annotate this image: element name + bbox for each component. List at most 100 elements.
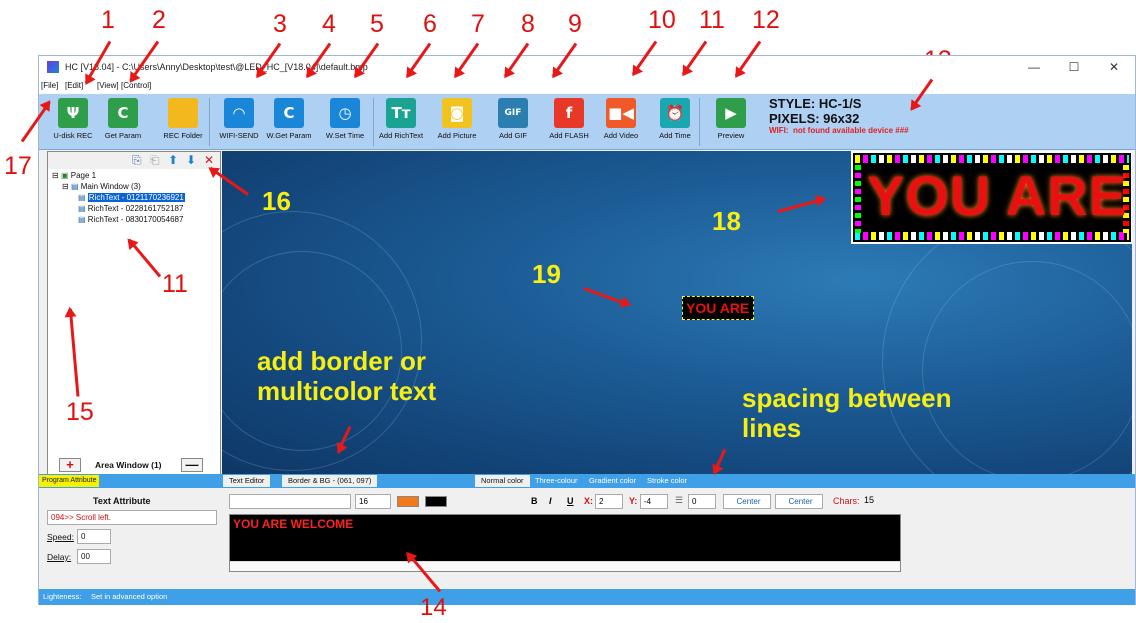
toolbar-button[interactable]: Ψ U-disk REC xyxy=(47,98,99,148)
bold-button[interactable]: B xyxy=(531,496,538,506)
toolbar-button[interactable]: C Get Param xyxy=(97,98,149,148)
tree-item[interactable]: ▤ RichText - 0830170054687 xyxy=(52,214,185,225)
font-name-select[interactable] xyxy=(229,494,351,509)
toolbar-button-label: REC Folder xyxy=(163,131,203,140)
status-bar: Lighteness: Set in advanced option xyxy=(39,589,1135,605)
italic-button[interactable]: I xyxy=(549,496,552,506)
program-tree: ⊟ ▣ Page 1 ⊟ ▤ Main Window (3) ▤ RichTex… xyxy=(52,170,185,225)
toolbar-button[interactable]: ■◀ Add Video xyxy=(595,98,647,148)
clock-icon: ⏰ xyxy=(660,98,690,128)
tab-border-bg[interactable]: Border & BG - (061, 097) xyxy=(282,475,378,487)
toolbar-button[interactable]: ◙ Add Picture xyxy=(431,98,483,148)
toolbar-separator xyxy=(209,98,210,146)
program-attribute-tab[interactable]: Program Attribute xyxy=(39,475,100,487)
tab-three-colour[interactable]: Three-colour xyxy=(529,475,584,487)
tree-toolbar: ⎘ ⎗ ⬆ ⬇ ✕ xyxy=(48,152,220,169)
toolbar-button-label: Preview xyxy=(717,131,745,140)
menu-bar: [File] [Edit] [View] [Control] xyxy=(39,78,1135,94)
toolbar-button[interactable]: Tт Add RichText xyxy=(375,98,427,148)
tab-stroke-color[interactable]: Stroke color xyxy=(641,475,693,487)
remove-area-button[interactable]: — xyxy=(181,458,203,472)
line-spacing-input[interactable]: 0 xyxy=(688,494,716,509)
maximize-button[interactable]: ☐ xyxy=(1054,56,1094,78)
center-vertical-button[interactable]: Center xyxy=(775,494,823,509)
close-button[interactable]: ✕ xyxy=(1094,56,1134,78)
tab-text-editor[interactable]: Text Editor xyxy=(223,475,271,487)
text-color-picker[interactable] xyxy=(397,496,419,507)
tree-item[interactable]: ▤ RichText - 0121170236921 xyxy=(52,192,185,203)
add-area-button[interactable]: + xyxy=(59,458,81,472)
font-size-select[interactable]: 16 xyxy=(355,494,391,509)
text-editor[interactable]: YOU ARE WELCOME xyxy=(229,514,901,572)
menu-file[interactable]: [File] xyxy=(41,78,58,94)
area-window-bar: + Area Window (1) — xyxy=(47,457,221,475)
folder-icon xyxy=(168,98,198,128)
toolbar-button[interactable]: REC Folder xyxy=(157,98,209,148)
minimize-button[interactable]: — xyxy=(1014,56,1054,78)
menu-view[interactable]: [View] xyxy=(97,78,119,94)
x-label: X: xyxy=(584,496,593,506)
center-horizontal-button[interactable]: Center xyxy=(723,494,771,509)
timer-icon: ◷ xyxy=(330,98,360,128)
annotation-number-16: 16 xyxy=(262,186,291,216)
x-offset-input[interactable]: 2 xyxy=(595,494,623,509)
toolbar-button-label: WIFI-SEND xyxy=(219,131,259,140)
video-icon: ■◀ xyxy=(606,98,636,128)
annotation-number-6: 6 xyxy=(423,10,437,38)
annotation-number-14: 14 xyxy=(420,594,447,621)
move-up-icon[interactable]: ⬆ xyxy=(168,153,178,167)
design-canvas[interactable]: YOU ARE YOU ARE add border or multicolor … xyxy=(222,151,1132,474)
annotation-number-2: 2 xyxy=(152,6,166,34)
editor-hscroll[interactable] xyxy=(230,561,900,571)
pixels-label: PIXELS: 96x32 xyxy=(769,111,860,126)
bg-color-picker[interactable] xyxy=(425,496,447,507)
wifi-status: WIFI: not found available device ### xyxy=(769,126,909,135)
annotation-number-10: 10 xyxy=(648,6,676,34)
toolbar-button-label: Get Param xyxy=(104,131,142,140)
tree-page[interactable]: ⊟ ▣ Page 1 xyxy=(52,170,185,181)
toolbar-button-label: Add Time xyxy=(659,131,691,140)
annotation-number-11: 11 xyxy=(699,6,725,34)
mini-area-text: YOU ARE xyxy=(686,300,750,316)
toolbar: STYLE: HC-1/S PIXELS: 96x32 WIFI: not fo… xyxy=(39,94,1135,150)
move-down-icon[interactable]: ⬇ xyxy=(186,153,196,167)
copy-icon[interactable]: ⎘ xyxy=(132,153,142,168)
toolbar-button[interactable]: f Add FLASH xyxy=(543,98,595,148)
lightness-value: Set in advanced option xyxy=(91,592,168,601)
toolbar-button[interactable]: GIF Add GIF xyxy=(487,98,539,148)
tree-window[interactable]: ⊟ ▤ Main Window (3) xyxy=(52,181,185,192)
note-line-spacing: spacing between lines xyxy=(742,383,952,443)
delay-select[interactable]: 00 xyxy=(77,549,111,564)
toolbar-button-label: W.Set Time xyxy=(325,131,365,140)
text-area-box[interactable]: YOU ARE xyxy=(682,296,754,320)
gif-icon: GIF xyxy=(498,98,528,128)
speed-select[interactable]: 0 xyxy=(77,529,111,544)
annotation-number-11b: 11 xyxy=(162,270,188,298)
toolbar-button[interactable]: ◷ W.Set Time xyxy=(319,98,371,148)
area-window-label: Area Window (1) xyxy=(95,460,162,470)
toolbar-button[interactable]: ◠ WIFI-SEND xyxy=(213,98,265,148)
flash-icon: f xyxy=(554,98,584,128)
line-spacing-icon: ☰ xyxy=(675,495,684,505)
annotation-number-15: 15 xyxy=(66,398,94,426)
refresh-icon: C xyxy=(274,98,304,128)
annotation-number-17: 17 xyxy=(4,152,32,180)
underline-button[interactable]: U xyxy=(567,496,574,506)
editor-text: YOU ARE WELCOME xyxy=(233,517,354,531)
tree-item[interactable]: ▤ RichText - 0228161752187 xyxy=(52,203,185,214)
led-preview-panel: YOU ARE xyxy=(851,151,1132,244)
y-label: Y: xyxy=(629,496,638,506)
lightness-label: Lighteness: xyxy=(43,592,82,601)
y-offset-input[interactable]: -4 xyxy=(640,494,668,509)
toolbar-button[interactable]: ▶ Preview xyxy=(705,98,757,148)
annotation-number-18: 18 xyxy=(712,206,741,236)
tab-gradient-color[interactable]: Gradient color xyxy=(583,475,642,487)
toolbar-button-label: U-disk REC xyxy=(53,131,93,140)
tab-normal-color[interactable]: Normal color xyxy=(475,475,530,487)
effect-select[interactable]: 094>> Scroll left. xyxy=(47,510,217,525)
text-attribute-panel: Text Attribute 094>> Scroll left. Speed:… xyxy=(47,490,221,590)
toolbar-button[interactable]: C W.Get Param xyxy=(263,98,315,148)
paste-icon[interactable]: ⎗ xyxy=(150,153,160,168)
delay-label: Delay: xyxy=(47,552,72,562)
toolbar-button[interactable]: ⏰ Add Time xyxy=(649,98,701,148)
